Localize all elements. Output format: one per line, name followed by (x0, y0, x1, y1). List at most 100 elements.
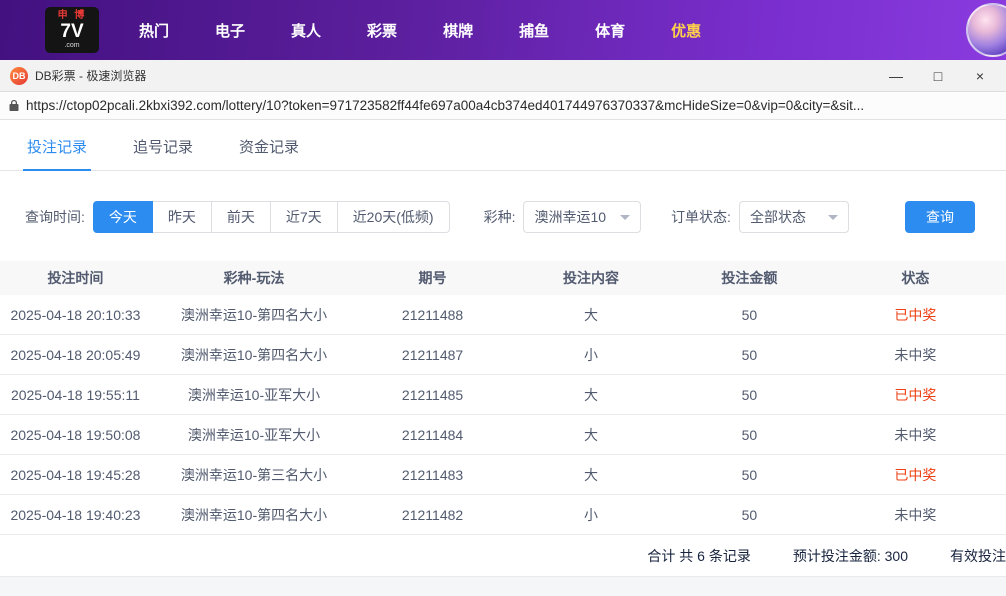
nav-item-hot[interactable]: 热门 (139, 20, 169, 41)
table-row: 2025-04-18 19:40:23 澳洲幸运10-第四名大小 2121148… (0, 495, 1006, 535)
issue-cell: 21211485 (357, 387, 508, 403)
amount-cell: 50 (674, 427, 825, 443)
amount-cell: 50 (674, 347, 825, 363)
bottom-strip (0, 577, 1006, 596)
time-option-yesterday[interactable]: 昨天 (153, 201, 212, 233)
window-controls: — □ × (888, 69, 996, 83)
table-row: 2025-04-18 19:50:08 澳洲幸运10-亚军大小 21211484… (0, 415, 1006, 455)
bet-time-cell: 2025-04-18 19:45:28 (0, 467, 151, 483)
amount-cell: 50 (674, 387, 825, 403)
order-status-select[interactable]: 全部状态 (739, 201, 849, 233)
bet-records-table: 投注时间 彩种-玩法 期号 投注内容 投注金额 状态 2025-04-18 20… (0, 261, 1006, 535)
amount-cell: 50 (674, 307, 825, 323)
order-status-value: 全部状态 (750, 207, 806, 227)
site-nav: 热门 电子 真人 彩票 棋牌 捕鱼 体育 优惠 (139, 20, 701, 41)
header-bet-amount: 投注金额 (674, 268, 825, 288)
nav-item-promo[interactable]: 优惠 (671, 20, 701, 41)
content-cell: 小 (508, 505, 674, 525)
time-option-7days[interactable]: 近7天 (271, 201, 338, 233)
main-content: 投注记录 追号记录 资金记录 查询时间: 今天 昨天 前天 近7天 近20天(低… (0, 120, 1006, 596)
lottery-select[interactable]: 澳洲幸运10 (523, 201, 641, 233)
content-cell: 大 (508, 385, 674, 405)
tab-fund-records[interactable]: 资金记录 (239, 136, 299, 170)
amount-cell: 50 (674, 507, 825, 523)
status-cell: 未中奖 (825, 425, 1006, 445)
time-filter-group: 今天 昨天 前天 近7天 近20天(低频) (93, 201, 450, 233)
status-cell: 已中奖 (825, 305, 1006, 325)
logo-top-text: 申 博 (58, 11, 87, 21)
nav-item-sports[interactable]: 体育 (595, 20, 625, 41)
table-body: 2025-04-18 20:10:33 澳洲幸运10-第四名大小 2121148… (0, 295, 1006, 535)
page: 申 博 7V .com 热门 电子 真人 彩票 棋牌 捕鱼 体育 优惠 DB D… (0, 0, 1006, 596)
issue-cell: 21211488 (357, 307, 508, 323)
lock-icon[interactable] (8, 99, 20, 112)
bet-time-cell: 2025-04-18 19:40:23 (0, 507, 151, 523)
game-cell: 澳洲幸运10-第四名大小 (151, 305, 357, 325)
content-cell: 大 (508, 425, 674, 445)
table-row: 2025-04-18 19:55:11 澳洲幸运10-亚军大小 21211485… (0, 375, 1006, 415)
chevron-down-icon (828, 215, 838, 220)
status-cell: 已中奖 (825, 465, 1006, 485)
issue-cell: 21211482 (357, 507, 508, 523)
bet-time-cell: 2025-04-18 20:05:49 (0, 347, 151, 363)
amount-cell: 50 (674, 467, 825, 483)
close-icon[interactable]: × (972, 69, 988, 83)
site-logo[interactable]: 申 博 7V .com (45, 7, 99, 53)
logo-main-text: 7V (60, 22, 83, 41)
game-cell: 澳洲幸运10-第三名大小 (151, 465, 357, 485)
bet-time-cell: 2025-04-18 19:50:08 (0, 427, 151, 443)
lottery-select-value: 澳洲幸运10 (534, 207, 606, 227)
tab-chase-records[interactable]: 追号记录 (133, 136, 193, 170)
game-cell: 澳洲幸运10-亚军大小 (151, 385, 357, 405)
table-header-row: 投注时间 彩种-玩法 期号 投注内容 投注金额 状态 (0, 261, 1006, 295)
summary-valid-amount: 有效投注金额 (950, 546, 1006, 566)
game-cell: 澳洲幸运10-第四名大小 (151, 505, 357, 525)
status-filter-label: 订单状态: (671, 207, 731, 227)
time-option-today[interactable]: 今天 (93, 201, 153, 233)
user-avatar[interactable] (966, 3, 1006, 57)
header-game-play: 彩种-玩法 (151, 268, 357, 288)
nav-item-fishing[interactable]: 捕鱼 (519, 20, 549, 41)
browser-titlebar: DB DB彩票 - 极速浏览器 — □ × (0, 60, 1006, 92)
header-status: 状态 (825, 268, 1006, 288)
lottery-filter-label: 彩种: (484, 207, 516, 227)
bet-time-cell: 2025-04-18 19:55:11 (0, 387, 151, 403)
table-row: 2025-04-18 20:10:33 澳洲幸运10-第四名大小 2121148… (0, 295, 1006, 335)
issue-cell: 21211484 (357, 427, 508, 443)
maximize-icon[interactable]: □ (930, 69, 946, 83)
minimize-icon[interactable]: — (888, 69, 904, 83)
time-filter-label: 查询时间: (25, 207, 85, 227)
table-row: 2025-04-18 19:45:28 澳洲幸运10-第三名大小 2121148… (0, 455, 1006, 495)
status-cell: 已中奖 (825, 385, 1006, 405)
site-header: 申 博 7V .com 热门 电子 真人 彩票 棋牌 捕鱼 体育 优惠 (0, 0, 1006, 60)
bet-time-cell: 2025-04-18 20:10:33 (0, 307, 151, 323)
tab-bet-records[interactable]: 投注记录 (27, 136, 87, 170)
address-bar[interactable]: https://ctop02pcali.2kbxi392.com/lottery… (0, 92, 1006, 120)
header-issue: 期号 (357, 268, 508, 288)
content-cell: 大 (508, 465, 674, 485)
status-cell: 未中奖 (825, 505, 1006, 525)
record-tabs: 投注记录 追号记录 资金记录 (0, 120, 1006, 171)
filter-bar: 查询时间: 今天 昨天 前天 近7天 近20天(低频) 彩种: 澳洲幸运10 订… (0, 171, 1006, 261)
search-button[interactable]: 查询 (905, 201, 975, 233)
summary-bar: 合计 共 6 条记录 预计投注金额: 300 有效投注金额 (0, 535, 1006, 577)
game-cell: 澳洲幸运10-亚军大小 (151, 425, 357, 445)
time-option-daybefore[interactable]: 前天 (212, 201, 271, 233)
nav-item-live[interactable]: 真人 (291, 20, 321, 41)
window-title: DB彩票 - 极速浏览器 (35, 67, 146, 84)
nav-item-cards[interactable]: 棋牌 (443, 20, 473, 41)
status-cell: 未中奖 (825, 345, 1006, 365)
app-icon: DB (10, 67, 28, 85)
time-option-20days[interactable]: 近20天(低频) (338, 201, 450, 233)
chevron-down-icon (620, 215, 630, 220)
nav-item-slots[interactable]: 电子 (215, 20, 245, 41)
summary-expected-amount: 预计投注金额: 300 (793, 546, 908, 566)
game-cell: 澳洲幸运10-第四名大小 (151, 345, 357, 365)
table-row: 2025-04-18 20:05:49 澳洲幸运10-第四名大小 2121148… (0, 335, 1006, 375)
content-cell: 小 (508, 345, 674, 365)
issue-cell: 21211483 (357, 467, 508, 483)
summary-total: 合计 共 6 条记录 (647, 546, 750, 566)
nav-item-lottery[interactable]: 彩票 (367, 20, 397, 41)
header-bet-content: 投注内容 (508, 268, 674, 288)
issue-cell: 21211487 (357, 347, 508, 363)
